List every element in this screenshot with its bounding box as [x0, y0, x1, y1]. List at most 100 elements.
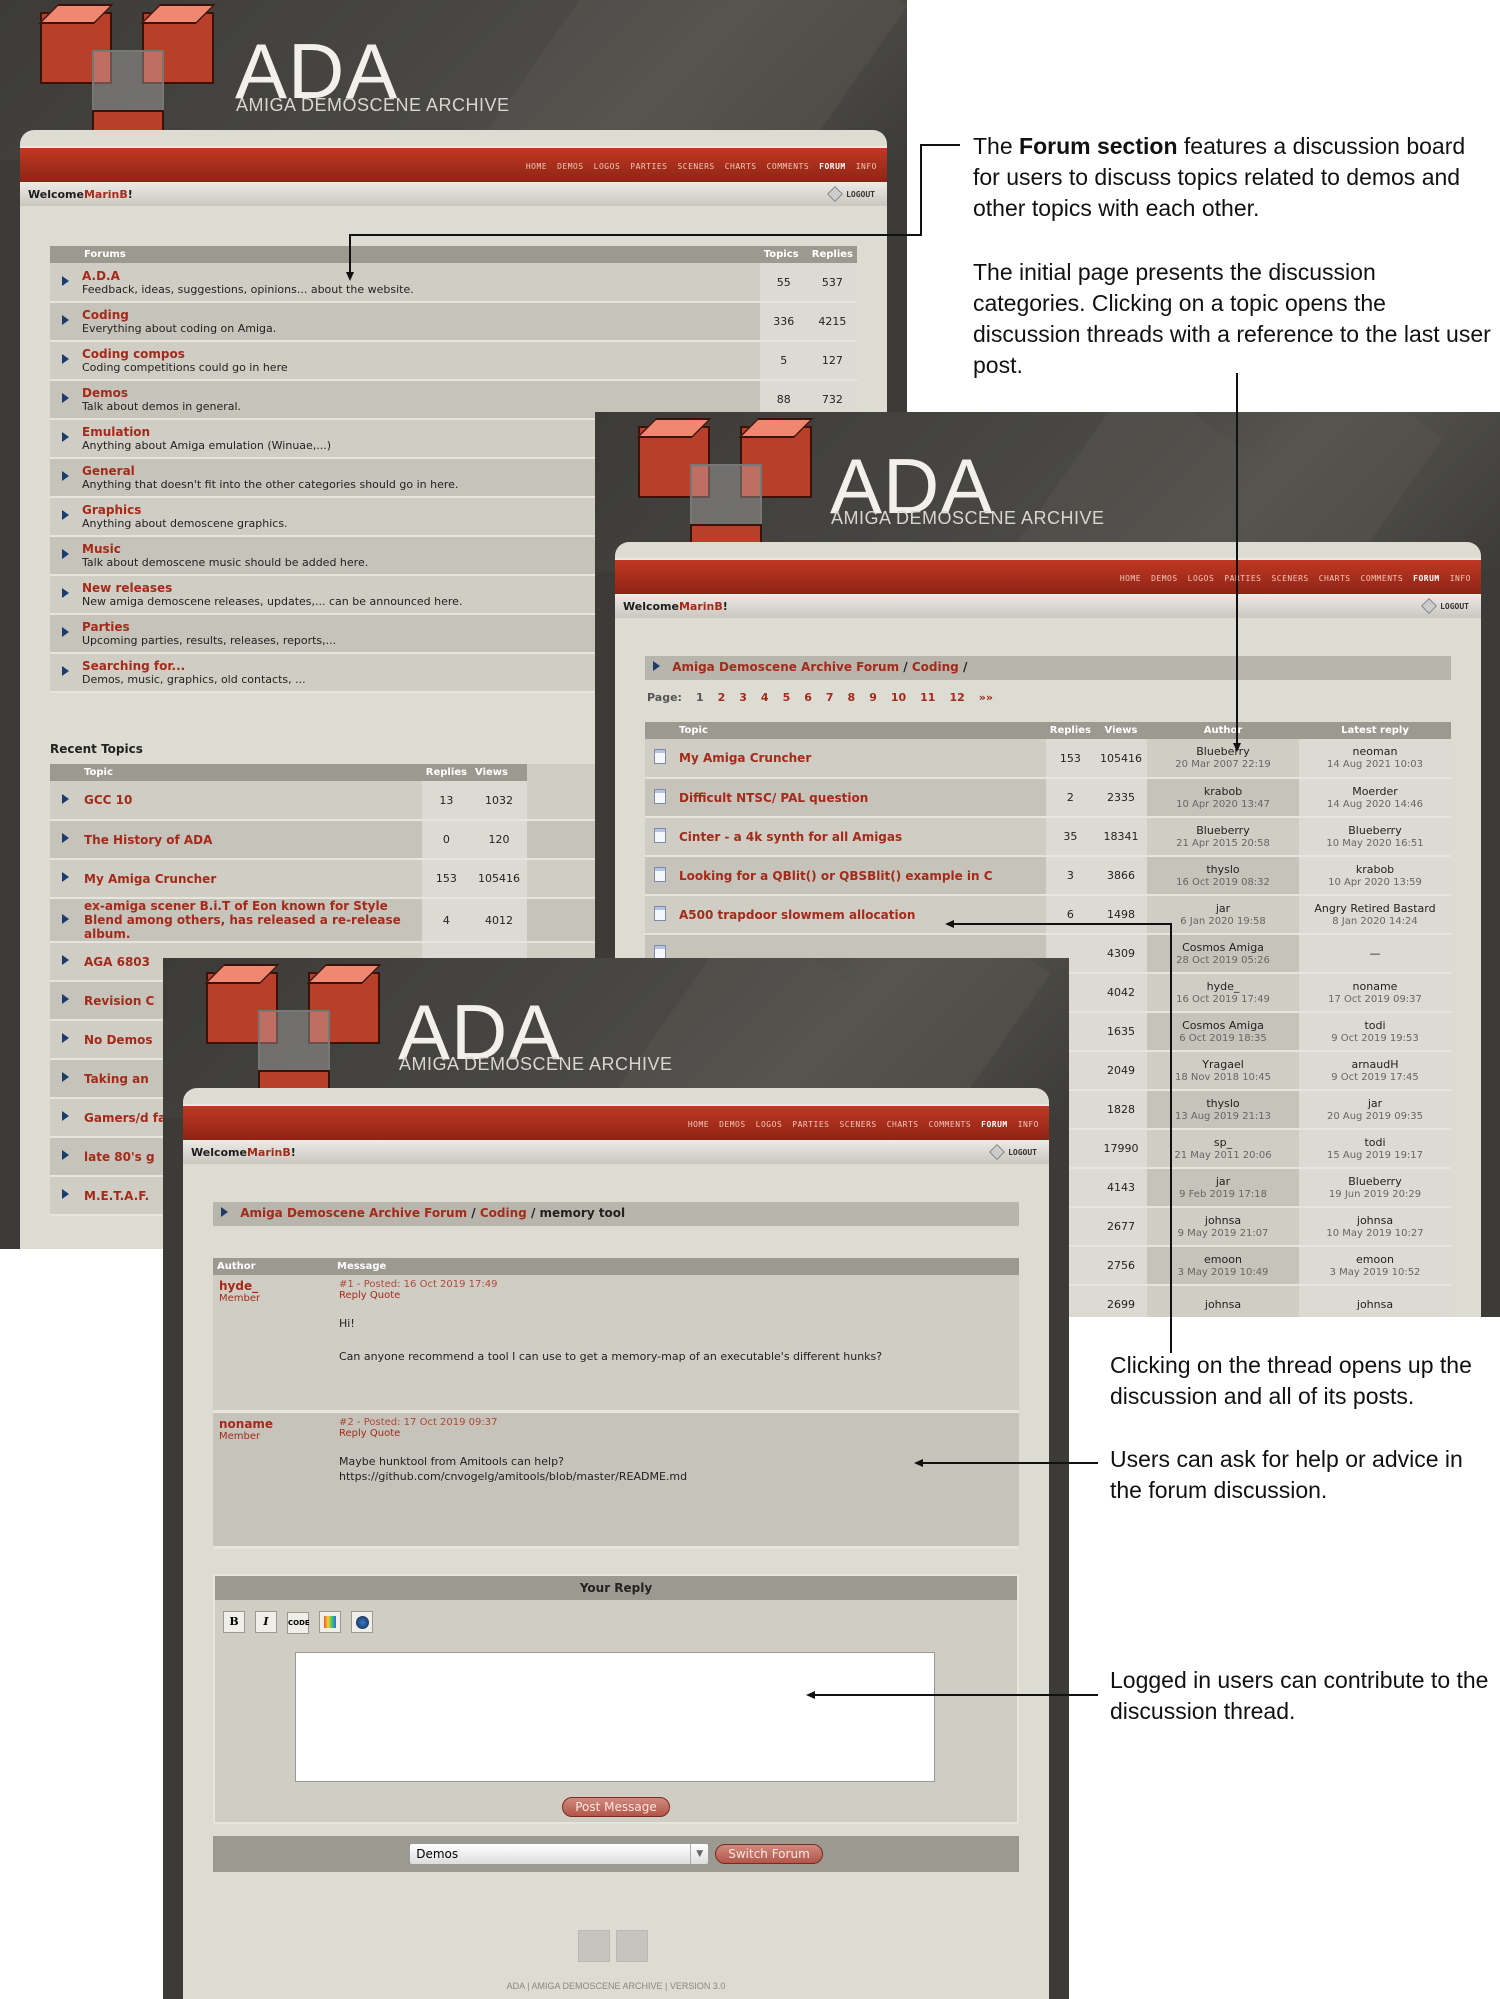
thread-title-link[interactable]: My Amiga Cruncher	[679, 751, 1042, 765]
post-author-link[interactable]: noname	[219, 1417, 327, 1431]
post-author-link[interactable]: hyde_	[219, 1279, 327, 1293]
breadcrumb-section[interactable]: Coding	[912, 660, 959, 674]
recent-topic-link[interactable]: My Amiga Cruncher	[84, 872, 418, 886]
forum-name-link[interactable]: Coding	[82, 308, 758, 322]
nav-item[interactable]: FORUM	[981, 1120, 1008, 1129]
thread-row[interactable]: Looking for a QBlit() or QBSBlit() examp…	[645, 856, 1451, 896]
thread-title-link[interactable]: Difficult NTSC/ PAL question	[679, 791, 1042, 805]
nav-item[interactable]: DEMOS	[557, 162, 584, 171]
forum-row[interactable]: A.D.A Feedback, ideas, suggestions, opini…	[50, 263, 857, 303]
page-link[interactable]: 1	[696, 691, 704, 704]
thread-row[interactable]: Difficult NTSC/ PAL question 2 2335 krabob 1…	[645, 778, 1451, 818]
post-reply-quote-links[interactable]: Reply Quote	[339, 1290, 1013, 1301]
nav-item[interactable]: PARTIES	[1224, 574, 1261, 583]
forum-name-link[interactable]: Coding compos	[82, 347, 758, 361]
username-link[interactable]: MarinB	[679, 600, 723, 613]
page-link[interactable]: 7	[826, 691, 834, 704]
username-link[interactable]: MarinB	[84, 188, 128, 201]
page-link[interactable]: 5	[783, 691, 791, 704]
recent-topic-link[interactable]: The History of ADA	[84, 833, 418, 847]
thread-latest-link[interactable]: —	[1299, 947, 1451, 960]
nav-item[interactable]: FORUM	[1413, 574, 1440, 583]
page-link[interactable]: »»	[979, 691, 993, 704]
nav-item[interactable]: COMMENTS	[767, 162, 810, 171]
link-button[interactable]	[351, 1611, 373, 1633]
nav-item[interactable]: LOGOS	[594, 162, 621, 171]
page-link[interactable]: 12	[949, 691, 964, 704]
breadcrumb-section[interactable]: Coding	[480, 1206, 527, 1220]
nav-item[interactable]: DEMOS	[1151, 574, 1178, 583]
thread-title-link[interactable]: Cinter - a 4k synth for all Amigas	[679, 830, 1042, 844]
thread-latest-link[interactable]: jar	[1299, 1097, 1451, 1110]
thread-author-link[interactable]: Blueberry	[1147, 745, 1299, 758]
thread-latest-link[interactable]: arnaudH	[1299, 1058, 1451, 1071]
username-link[interactable]: MarinB	[247, 1146, 291, 1159]
nav-item[interactable]: INFO	[856, 162, 877, 171]
nav-item[interactable]: LOGOS	[756, 1120, 783, 1129]
logout-button[interactable]: LOGOUT	[989, 1144, 1037, 1160]
thread-row[interactable]: My Amiga Cruncher 153 105416 Blueberry 20 Ma…	[645, 739, 1451, 779]
thread-title-link[interactable]: A500 trapdoor slowmem allocation	[679, 908, 1042, 922]
breadcrumb-root[interactable]: Amiga Demoscene Archive Forum	[672, 660, 899, 674]
thread-row[interactable]: A500 trapdoor slowmem allocation 6 1498 jar…	[645, 895, 1451, 935]
nav-item[interactable]: PARTIES	[792, 1120, 829, 1129]
nav-item[interactable]: CHARTS	[1319, 574, 1351, 583]
thread-author-link[interactable]: krabob	[1147, 785, 1299, 798]
nav-item[interactable]: COMMENTS	[1361, 574, 1404, 583]
nav-item[interactable]: HOME	[688, 1120, 709, 1129]
nav-item[interactable]: CHARTS	[887, 1120, 919, 1129]
thread-latest-link[interactable]: krabob	[1299, 863, 1451, 876]
nav-item[interactable]: INFO	[1450, 574, 1471, 583]
page-link[interactable]: 11	[920, 691, 935, 704]
nav-item[interactable]: INFO	[1018, 1120, 1039, 1129]
thread-author-link[interactable]: thyslo	[1147, 863, 1299, 876]
post-reply-quote-links[interactable]: Reply Quote	[339, 1428, 1013, 1439]
code-button[interactable]: CODE	[287, 1612, 310, 1634]
nav-item[interactable]: SCENERS	[677, 162, 714, 171]
forum-name-link[interactable]: Demos	[82, 386, 758, 400]
nav-item[interactable]: LOGOS	[1188, 574, 1215, 583]
thread-latest-link[interactable]: johnsa	[1299, 1298, 1451, 1311]
forum-row[interactable]: Coding Everything about coding on Amiga. 3…	[50, 302, 857, 342]
nav-item[interactable]: PARTIES	[630, 162, 667, 171]
thread-latest-link[interactable]: johnsa	[1299, 1214, 1451, 1227]
thread-latest-link[interactable]: emoon	[1299, 1253, 1451, 1266]
page-link[interactable]: 9	[869, 691, 877, 704]
thread-latest-link[interactable]: noname	[1299, 980, 1451, 993]
page-link[interactable]: 4	[761, 691, 769, 704]
reply-textarea[interactable]	[295, 1652, 935, 1782]
forum-select[interactable]: Demos ▼	[409, 1843, 710, 1865]
page-link[interactable]: 2	[718, 691, 726, 704]
thread-latest-link[interactable]: Angry Retired Bastard	[1299, 902, 1451, 915]
nav-item[interactable]: SCENERS	[1271, 574, 1308, 583]
nav-item[interactable]: DEMOS	[719, 1120, 746, 1129]
logout-button[interactable]: LOGOUT	[827, 186, 875, 202]
page-link[interactable]: 3	[739, 691, 747, 704]
recent-topic-link[interactable]: GCC 10	[84, 793, 418, 807]
italic-button[interactable]: I	[255, 1611, 277, 1633]
nav-item[interactable]: CHARTS	[725, 162, 757, 171]
thread-latest-link[interactable]: neoman	[1299, 745, 1451, 758]
thread-title-link[interactable]: Looking for a QBlit() or QBSBlit() examp…	[679, 869, 1042, 883]
recent-topic-link[interactable]: ex-amiga scener B.i.T of Eon known for S…	[84, 899, 418, 941]
page-link[interactable]: 8	[848, 691, 856, 704]
thread-latest-link[interactable]: todi	[1299, 1019, 1451, 1032]
switch-forum-button[interactable]: Switch Forum	[715, 1844, 823, 1864]
bold-button[interactable]: B	[223, 1611, 245, 1633]
thread-latest-link[interactable]: Blueberry	[1299, 1175, 1451, 1188]
nav-item[interactable]: FORUM	[819, 162, 846, 171]
thread-latest-link[interactable]: Blueberry	[1299, 824, 1451, 837]
logout-button[interactable]: LOGOUT	[1421, 598, 1469, 614]
thread-latest-link[interactable]: todi	[1299, 1136, 1451, 1149]
thread-row[interactable]: Cinter - a 4k synth for all Amigas 35 1834…	[645, 817, 1451, 857]
color-picker-button[interactable]	[319, 1611, 341, 1633]
page-link[interactable]: 6	[804, 691, 812, 704]
page-link[interactable]: 10	[891, 691, 906, 704]
forum-name-link[interactable]: A.D.A	[82, 269, 758, 283]
post-message-button[interactable]: Post Message	[562, 1797, 670, 1817]
thread-author-link[interactable]: Blueberry	[1147, 824, 1299, 837]
nav-item[interactable]: SCENERS	[839, 1120, 876, 1129]
breadcrumb-root[interactable]: Amiga Demoscene Archive Forum	[240, 1206, 467, 1220]
nav-item[interactable]: HOME	[526, 162, 547, 171]
nav-item[interactable]: COMMENTS	[929, 1120, 972, 1129]
